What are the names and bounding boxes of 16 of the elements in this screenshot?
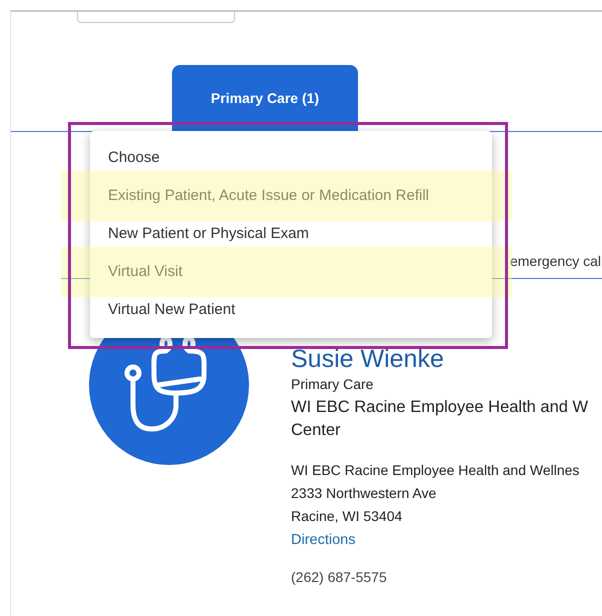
search-field[interactable] [77,12,235,23]
directions-link[interactable]: Directions [291,528,602,552]
dropdown-option[interactable]: Choose [90,139,492,177]
dropdown-option[interactable]: Virtual New Patient [90,291,492,329]
tab[interactable]: Primary Care (1) [172,65,358,131]
dropdown-option[interactable]: New Patient or Physical Exam [90,215,492,253]
phone-number: (262) 687-5575 [291,569,388,585]
notice-text: emergency cal [510,252,602,271]
city-address: Racine, WI 53404 [291,507,404,526]
location-name: WI EBC Racine Employee Health and Wellnes [291,461,580,480]
specialty-label: Primary Care [291,376,374,392]
dropdown-option[interactable]: Virtual Visit [90,253,492,291]
clinic-name: WI EBC Racine Employee Health and W Center [291,397,590,441]
provider-name: Susie Wienke [291,346,445,372]
dropdown-option[interactable]: Existing Patient, Acute Issue or Medication Refill [90,177,492,215]
street-address: 2333 Northwestern Ave [291,484,438,503]
